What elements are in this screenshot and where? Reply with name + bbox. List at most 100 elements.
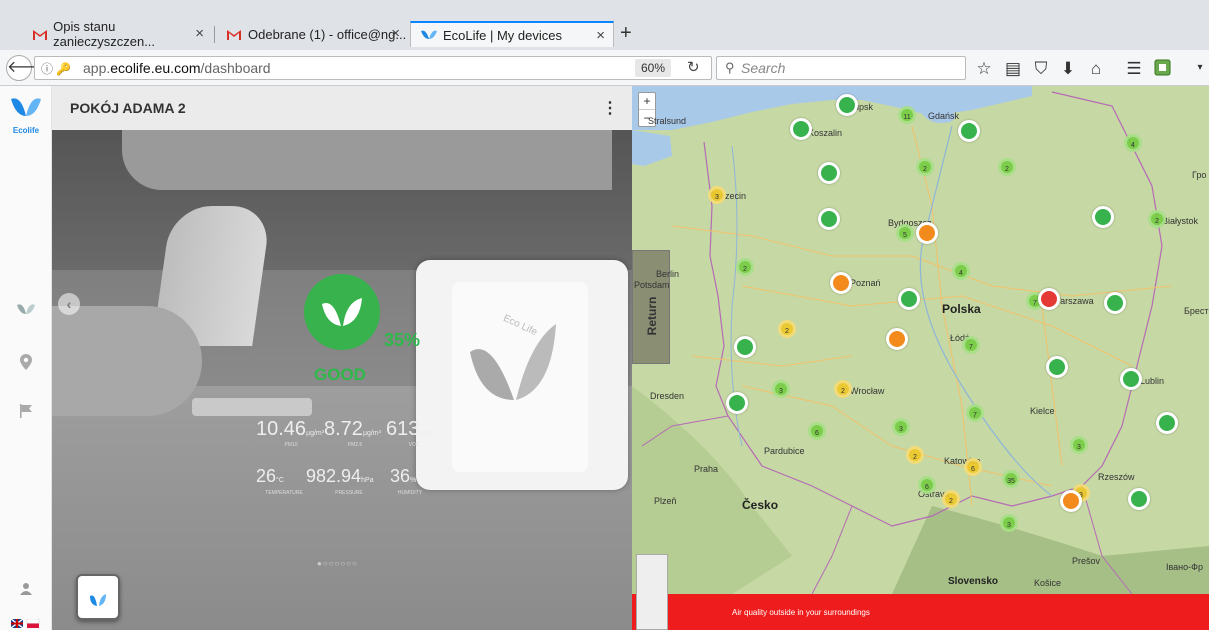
station-cluster[interactable]: 7 [966, 404, 984, 422]
sensor-pin-moderate[interactable] [886, 328, 908, 350]
close-tab-icon[interactable]: × [391, 25, 400, 42]
place-label: Praha [694, 464, 719, 474]
extension-icon[interactable] [1152, 59, 1172, 81]
location-pin-icon[interactable] [14, 354, 38, 374]
sensor-pin-good[interactable] [958, 120, 980, 142]
sensor-pin-good[interactable] [1156, 412, 1178, 434]
ecolife-logo-icon [11, 98, 41, 116]
sensor-pin-good[interactable] [818, 208, 840, 230]
station-cluster[interactable]: 3 [1070, 436, 1088, 454]
reload-icon[interactable]: ↻ [687, 58, 700, 76]
site-info-icon[interactable]: ⓘ 🔑 [41, 60, 71, 77]
place-label: Dresden [650, 391, 685, 401]
place-label: Koszalin [808, 128, 843, 138]
station-cluster[interactable]: 2 [916, 158, 934, 176]
sensor-pin-good[interactable] [818, 162, 840, 184]
sensor-pin-good[interactable] [836, 94, 858, 116]
ecolife-logo[interactable]: Ecolife [8, 96, 44, 135]
home-icon[interactable]: ⌂ [1086, 59, 1106, 79]
station-cluster[interactable]: 35 [1002, 470, 1020, 488]
device-header: POKÓJ ADAMA 2 ⋮ [52, 86, 632, 130]
metric-unit: °C [276, 477, 284, 484]
flag-icon[interactable] [14, 404, 38, 424]
user-icon[interactable] [14, 582, 38, 602]
air-quality-map[interactable]: + − Return Stralsund Koszalin Słupsk Gda… [632, 86, 1209, 630]
photo-monitor [122, 130, 612, 190]
tab-divider [214, 26, 215, 43]
menu-icon[interactable]: ☰ [1124, 59, 1144, 79]
leaf-icon[interactable] [14, 302, 38, 322]
sensor-pin-good[interactable] [1120, 368, 1142, 390]
sensor-pin-moderate[interactable] [916, 222, 938, 244]
place-label: Košice [1034, 578, 1062, 588]
reader-icon[interactable]: ▤ [1003, 59, 1023, 79]
leaf-icon [322, 298, 362, 326]
station-cluster[interactable]: 2 [906, 446, 924, 464]
sensor-pin-good[interactable] [1104, 292, 1126, 314]
metric-value: 982.94 [306, 466, 362, 486]
sensor-pin-moderate[interactable] [1060, 490, 1082, 512]
station-cluster[interactable]: 5 [896, 224, 914, 242]
more-options-icon[interactable]: ⋮ [602, 98, 618, 118]
station-cluster[interactable]: 3 [708, 186, 726, 204]
zoom-level[interactable]: 60% [635, 59, 672, 77]
sensor-pin-good[interactable] [1092, 206, 1114, 228]
tab-ecolife[interactable]: EcoLife | My devices × [410, 21, 614, 47]
sensor-pin-good[interactable] [898, 288, 920, 310]
close-tab-icon[interactable]: × [596, 27, 605, 44]
metric-voc: 613ppm VOC [386, 418, 442, 448]
sensor-pin-moderate[interactable] [830, 272, 852, 294]
back-button[interactable]: 🡐 [6, 55, 50, 81]
tab-gmail-opis[interactable]: Opis stanu zanieczyszczen... × [22, 19, 212, 49]
station-cluster[interactable]: 2 [1148, 210, 1166, 228]
search-icon: ⚲ [725, 60, 735, 75]
station-cluster[interactable]: 2 [834, 380, 852, 398]
search-input[interactable]: ⚲ Search [716, 56, 966, 80]
carousel-prev-button[interactable]: ‹ [58, 293, 80, 315]
metric-unit: hPa [361, 477, 374, 484]
station-cluster[interactable]: 3 [1000, 514, 1018, 532]
tab-gmail-odebrane[interactable]: Odebrane (1) - office@ng... × [216, 21, 408, 47]
tab-title: Opis stanu zanieczyszczen... [53, 19, 156, 49]
return-button[interactable]: Return [632, 250, 670, 364]
device-front: Eco Life [452, 282, 588, 472]
metric-unit: µg/m³ [362, 430, 381, 437]
station-cluster[interactable]: 6 [808, 422, 826, 440]
sensor-pin-good[interactable] [1128, 488, 1150, 510]
sensor-pin-good[interactable] [1046, 356, 1068, 378]
place-label: Plzeň [654, 496, 677, 506]
station-cluster[interactable]: 2 [736, 258, 754, 276]
station-cluster[interactable]: 4 [1124, 134, 1142, 152]
metric-label: PRESSURE [335, 490, 363, 496]
station-cluster[interactable]: 2 [778, 320, 796, 338]
device-thumbnail[interactable] [76, 574, 120, 620]
metric-unit: % [410, 477, 417, 484]
station-cluster[interactable]: 6 [918, 476, 936, 494]
station-cluster[interactable]: 3 [892, 418, 910, 436]
url-bar[interactable]: ⓘ 🔑 app.ecolife.eu.com/dashboard 60% ↻ [34, 56, 712, 80]
station-cluster[interactable]: 2 [942, 490, 960, 508]
star-icon[interactable]: ☆ [974, 59, 994, 79]
sensor-pin-bad[interactable] [1038, 288, 1060, 310]
new-tab-button[interactable]: + [620, 22, 632, 45]
language-flag-icon[interactable] [8, 616, 44, 636]
overflow-chevron-icon[interactable]: ▾ [1190, 62, 1209, 73]
carousel-dots[interactable]: ●○○○○○○ [317, 559, 358, 568]
station-cluster[interactable]: 4 [952, 262, 970, 280]
sensor-pin-good[interactable] [726, 392, 748, 414]
station-cluster[interactable]: 6 [964, 458, 982, 476]
station-cluster[interactable]: 11 [898, 106, 916, 124]
close-tab-icon[interactable]: × [195, 25, 204, 42]
download-icon[interactable]: ⬇ [1058, 59, 1078, 79]
place-label: Potsdam [634, 280, 670, 290]
metric-humidity: 36% HUMIDITY [390, 466, 430, 496]
sensor-pin-good[interactable] [790, 118, 812, 140]
sensor-pin-good[interactable] [734, 336, 756, 358]
station-cluster[interactable]: 3 [772, 380, 790, 398]
metric-temperature: 26°C TEMPERATURE [256, 466, 312, 496]
station-cluster[interactable]: 7 [962, 336, 980, 354]
place-label: Białystok [1162, 216, 1199, 226]
station-cluster[interactable]: 2 [998, 158, 1016, 176]
zoom-in-button[interactable]: + [639, 93, 655, 110]
pocket-icon[interactable]: ⛉ [1031, 59, 1051, 79]
